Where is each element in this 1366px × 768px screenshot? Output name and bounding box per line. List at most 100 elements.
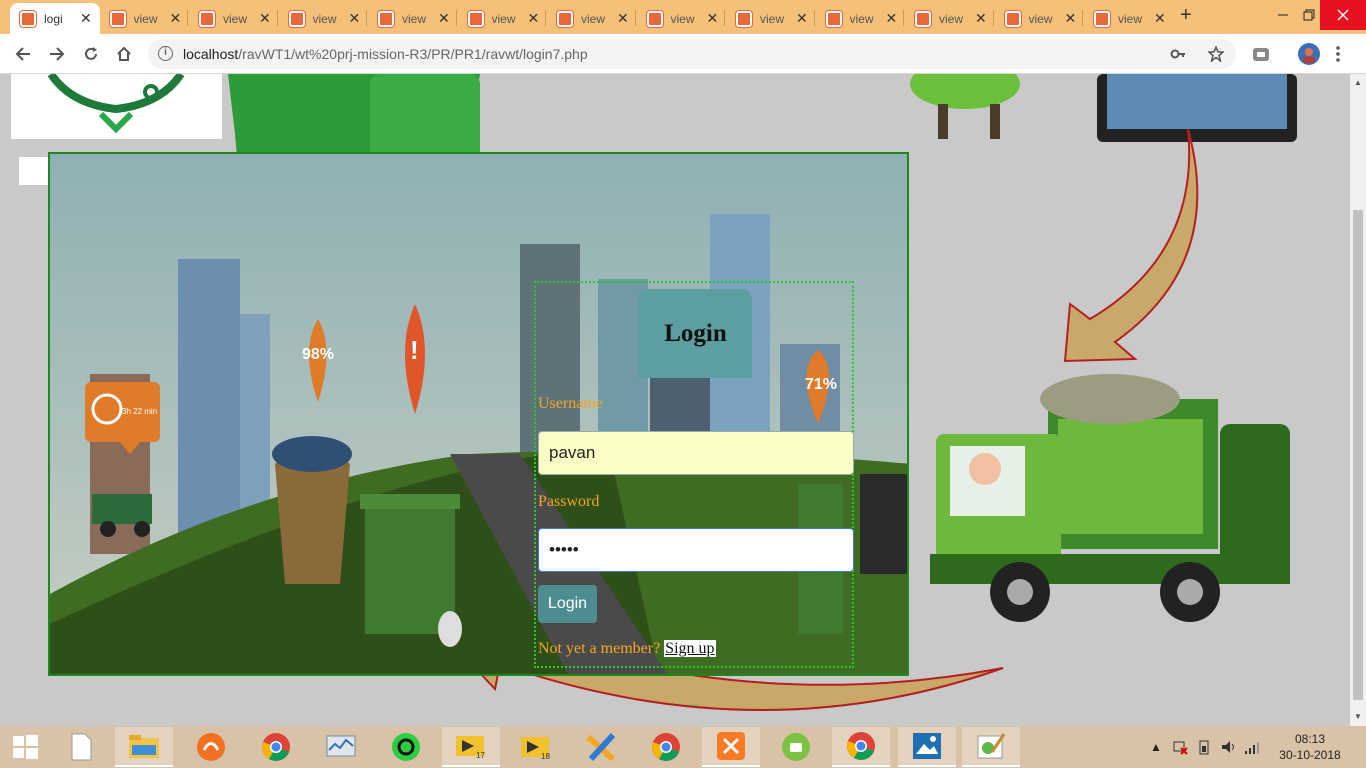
taskbar-xampp-control[interactable] <box>702 727 760 767</box>
xampp-favicon-icon <box>20 10 36 27</box>
star-icon[interactable] <box>1208 46 1224 62</box>
tab-title: view <box>1118 11 1143 26</box>
scroll-up-icon[interactable]: ▲ <box>1354 78 1362 87</box>
tab-separator <box>455 10 457 26</box>
tab-close-icon[interactable]: ✕ <box>617 10 629 27</box>
browser-tab[interactable]: view ✕ <box>279 3 369 34</box>
password-label: Password <box>538 493 600 510</box>
page-scrollbar[interactable]: ▲ ▼ <box>1350 74 1366 726</box>
back-button[interactable] <box>11 42 35 66</box>
tab-close-icon[interactable]: ✕ <box>170 10 182 27</box>
scroll-down-icon[interactable]: ▼ <box>1354 712 1362 721</box>
reload-button[interactable] <box>79 42 103 66</box>
network-error-icon[interactable] <box>1172 739 1188 755</box>
taskbar-photos-app[interactable] <box>898 727 956 767</box>
browser-tab[interactable]: view ✕ <box>726 3 816 34</box>
footer-marker: --- <box>688 700 698 711</box>
taskbar-chrome-2[interactable] <box>637 727 695 767</box>
taskbar-visual-studio-17[interactable]: 17 <box>442 727 500 767</box>
browser-tab[interactable]: logi ✕ <box>10 3 100 34</box>
taskbar-file[interactable] <box>52 727 110 767</box>
back-icon <box>15 47 30 61</box>
browser-tab[interactable]: view ✕ <box>1084 3 1174 34</box>
taskbar-android-app[interactable] <box>767 727 825 767</box>
tab-close-icon[interactable]: ✕ <box>975 10 987 27</box>
page-viewport: ADMIN LOG IN 98% <box>0 74 1350 726</box>
signup-prompt: Not yet a member? Sign up <box>538 640 716 658</box>
tab-separator <box>545 10 546 26</box>
tab-close-icon[interactable]: ✕ <box>349 10 361 27</box>
forward-button[interactable] <box>45 42 69 66</box>
close-window-button[interactable] <box>1320 0 1366 30</box>
signal-icon[interactable] <box>1244 739 1260 755</box>
tab-title: view <box>670 11 695 26</box>
taskbar-clock[interactable]: 08:13 30-10-2018 <box>1275 731 1345 763</box>
tab-separator <box>724 10 725 26</box>
tab-close-icon[interactable]: ✕ <box>438 10 450 27</box>
taskbar-file-explorer[interactable] <box>115 727 173 767</box>
browser-tab[interactable]: view ✕ <box>637 3 727 34</box>
scrollbar-thumb[interactable] <box>1353 210 1363 700</box>
browser-tab[interactable]: view ✕ <box>547 3 637 34</box>
tab-close-icon[interactable]: ✕ <box>1065 10 1077 27</box>
url-text[interactable]: localhost/ravWT1/wt%20prj-mission-R3/PR/… <box>183 46 588 62</box>
tab-separator <box>1082 10 1083 26</box>
browser-tab[interactable]: view ✕ <box>905 3 995 34</box>
tab-close-icon[interactable]: ✕ <box>707 10 719 27</box>
key-icon[interactable] <box>1170 46 1186 62</box>
xampp-favicon-icon <box>915 10 931 27</box>
new-tab-button[interactable]: + <box>1180 4 1192 27</box>
tab-separator <box>634 10 636 26</box>
username-input[interactable] <box>538 431 854 475</box>
start-button[interactable] <box>0 727 50 767</box>
file-explorer-icon <box>129 735 159 758</box>
tab-separator <box>366 10 367 26</box>
browser-tab[interactable]: view ✕ <box>995 3 1085 34</box>
taskbar-uc-browser[interactable] <box>182 727 240 767</box>
taskbar-system-monitor[interactable] <box>312 727 370 767</box>
xampp-favicon-icon <box>467 10 484 27</box>
browser-tab[interactable]: view ✕ <box>458 3 548 34</box>
xampp-favicon-icon <box>199 10 215 27</box>
tab-close-icon[interactable]: ✕ <box>796 10 808 27</box>
tab-separator <box>276 10 278 26</box>
taskbar-chrome-3[interactable] <box>832 727 890 767</box>
login-button[interactable]: Login <box>538 585 597 623</box>
taskbar-paint-app[interactable] <box>962 727 1020 767</box>
browser-tab[interactable]: view ✕ <box>816 3 906 34</box>
recycle-logo-icon <box>47 74 185 134</box>
android-app-icon <box>782 733 810 761</box>
tab-title: view <box>402 11 427 26</box>
tab-title: logi <box>44 11 63 26</box>
tab-separator <box>813 10 815 26</box>
xampp-favicon-icon <box>288 10 305 27</box>
taskbar-chrome-1[interactable] <box>247 727 305 767</box>
clock-date: 30-10-2018 <box>1279 748 1341 762</box>
browser-tab[interactable]: view ✕ <box>100 3 190 34</box>
tab-close-icon[interactable]: ✕ <box>80 10 92 27</box>
restore-icon <box>1303 9 1315 21</box>
taskbar-sync-app[interactable] <box>377 727 435 767</box>
extension-icon[interactable] <box>1252 45 1270 63</box>
xampp-control-icon <box>717 732 745 760</box>
address-bar[interactable]: i localhost/ravWT1/wt%20prj-mission-R3/P… <box>148 39 1236 69</box>
tab-close-icon[interactable]: ✕ <box>259 10 271 27</box>
taskbar-visual-studio-18[interactable]: 18 <box>507 727 565 767</box>
tab-close-icon[interactable]: ✕ <box>528 10 540 27</box>
info-icon[interactable]: i <box>158 46 173 61</box>
profile-avatar[interactable] <box>1298 43 1320 65</box>
home-button[interactable] <box>112 42 136 66</box>
signup-link[interactable]: Sign up <box>664 640 716 657</box>
tab-close-icon[interactable]: ✕ <box>886 10 898 27</box>
browser-tab[interactable]: view ✕ <box>189 3 279 34</box>
alert-badge: ! <box>410 335 419 365</box>
password-input[interactable]: ••••• <box>538 528 854 572</box>
volume-icon[interactable] <box>1220 739 1236 755</box>
tray-overflow-icon[interactable]: ▲ <box>1150 740 1162 754</box>
taskbar-xampp-x[interactable] <box>572 727 630 767</box>
tab-title: view <box>760 11 785 26</box>
menu-icon[interactable] <box>1335 46 1341 62</box>
battery-icon[interactable] <box>1196 739 1212 755</box>
tab-close-icon[interactable]: ✕ <box>1154 10 1166 27</box>
browser-tab[interactable]: view ✕ <box>368 3 458 34</box>
